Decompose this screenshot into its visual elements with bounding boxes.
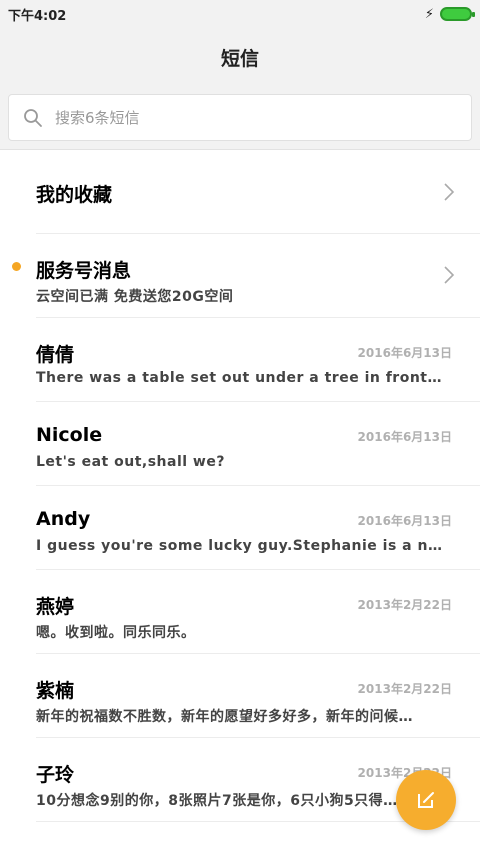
unread-dot [12,262,21,271]
message-date: 2013年2月22日 [357,682,452,696]
message-date: 2016年6月13日 [357,346,452,360]
service-messages-row[interactable]: 服务号消息 云空间已满 免费送您20G空间 [12,234,480,318]
status-time: 下午4:02 [8,8,67,24]
search-icon [24,108,42,127]
message-preview: 新年的祝福数不胜数，新年的愿望好多好多，新年的问候… [36,709,413,725]
conversation-row[interactable]: 倩倩 2016年6月13日 There was a table set out … [36,318,480,402]
contact-name: Nicole [36,424,103,446]
status-bar: 下午4:02 ⚡ [0,0,480,28]
app-header: 短信 [0,28,480,86]
message-preview: 嗯。收到啦。同乐同乐。 [36,625,196,641]
message-date: 2016年6月13日 [357,430,452,444]
charging-icon: ⚡ [424,6,434,22]
contact-name: 燕婷 [36,596,75,618]
search-input[interactable] [55,108,435,127]
compose-button[interactable] [396,770,456,830]
conversation-row[interactable]: Nicole 2016年6月13日 Let's eat out,shall we… [36,402,480,486]
contact-name: 子玲 [36,764,75,786]
page-title: 短信 [220,47,259,70]
message-preview: There was a table set out under a tree i… [36,370,442,386]
message-preview: Let's eat out,shall we? [36,454,225,470]
search-box[interactable] [8,94,472,141]
status-icons: ⚡ [424,6,475,22]
favorites-label: 我的收藏 [36,184,113,206]
service-subtitle: 云空间已满 免费送您20G空间 [36,289,234,305]
search-bar [0,86,480,150]
chevron-right-icon [444,266,455,284]
message-preview: I guess you're some lucky guy.Stephanie … [36,538,444,554]
message-preview: 10分想念9别的你，8张照片7张是你，6只小狗5只得… [36,793,398,809]
chevron-right-icon [444,183,455,201]
conversation-row[interactable]: 紫楠 2013年2月22日 新年的祝福数不胜数，新年的愿望好多好多，新年的问候… [36,654,480,738]
battery-icon [440,7,475,21]
conversation-row[interactable]: 燕婷 2013年2月22日 嗯。收到啦。同乐同乐。 [36,570,480,654]
compose-icon [418,792,434,808]
service-title: 服务号消息 [36,260,132,282]
favorites-row[interactable]: 我的收藏 [36,150,480,234]
message-date: 2013年2月22日 [357,598,452,612]
contact-name: Andy [36,508,91,530]
contact-name: 倩倩 [36,344,75,366]
conversation-row[interactable]: Andy 2016年6月13日 I guess you're some luck… [36,486,480,570]
conversation-list: 我的收藏 服务号消息 云空间已满 免费送您20G空间 倩倩 2016年6月13日… [0,150,480,822]
message-date: 2016年6月13日 [357,514,452,528]
contact-name: 紫楠 [36,680,75,702]
